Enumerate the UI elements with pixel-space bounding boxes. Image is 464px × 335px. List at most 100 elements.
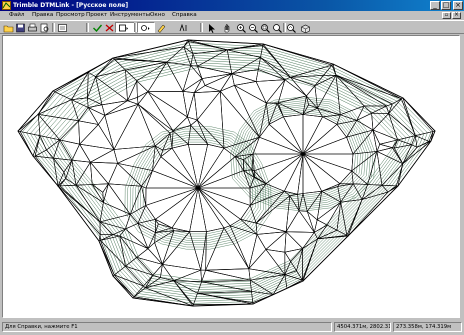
tin-triangle — [59, 120, 80, 145]
tin-triangle — [160, 147, 199, 189]
tin-triangle — [335, 75, 403, 105]
menu-file[interactable]: Файл — [9, 12, 24, 19]
draw-line-icon[interactable] — [140, 23, 151, 33]
select-box-icon[interactable] — [118, 23, 129, 33]
tin-triangle — [171, 187, 199, 233]
tin-triangle — [284, 274, 304, 289]
zoom-extents-icon[interactable] — [272, 23, 283, 33]
tin-triangle — [196, 90, 225, 149]
edit-icon[interactable] — [156, 23, 167, 33]
tin-triangle — [59, 139, 80, 161]
title-bar[interactable]: Trimble DTMLink - [Русское поле] _ □ × — [0, 0, 464, 11]
tin-triangle — [116, 145, 156, 171]
toolbar — [0, 20, 464, 34]
tin-triangle — [265, 153, 304, 192]
toolbar-separator — [134, 23, 137, 32]
toolbar-separator — [86, 23, 89, 32]
dtm-view-canvas[interactable] — [2, 35, 460, 318]
doc-control-icon[interactable] — [1, 12, 8, 19]
tin-triangle — [322, 64, 337, 76]
pointer-icon[interactable] — [206, 23, 217, 33]
minimize-icon[interactable]: _ — [430, 1, 440, 10]
contour-line — [61, 67, 396, 281]
tin-triangle — [265, 231, 287, 253]
zoom-window-icon[interactable] — [260, 23, 271, 33]
tin-triangle — [265, 79, 286, 104]
menu-view[interactable]: Просмотр — [56, 12, 85, 19]
menu-project[interactable]: Проект — [86, 12, 107, 19]
window-title: Trimble DTMLink - [Русское поле] — [13, 2, 129, 9]
status-dimensions: 273.358м, 174.319м — [393, 322, 462, 332]
tin-triangle — [256, 231, 287, 250]
app-window: Trimble DTMLink - [Русское поле] _ □ × Ф… — [0, 0, 464, 335]
preview-icon[interactable] — [39, 23, 50, 33]
print-icon[interactable] — [27, 23, 38, 33]
tin-triangle — [284, 76, 307, 97]
cross-icon[interactable] — [104, 23, 115, 33]
tin-triangle — [197, 143, 225, 189]
tin-triangle — [367, 151, 383, 186]
menu-window[interactable]: Окно — [150, 12, 165, 19]
tin-triangle — [87, 106, 106, 126]
app-icon — [2, 1, 11, 10]
tin-triangle — [182, 64, 203, 92]
tin-triangle — [255, 222, 287, 235]
tin-triangle — [302, 116, 338, 155]
check-icon[interactable] — [92, 23, 103, 33]
tin-triangle — [302, 153, 341, 192]
status-bar: Для Справки, нажмите F1 4504.371м, 2802.… — [0, 320, 464, 334]
tin-triangle — [233, 81, 267, 104]
tin-triangle — [284, 231, 304, 253]
tin-triangle — [79, 124, 115, 150]
tin-triangle — [54, 72, 89, 101]
tin-triangle — [145, 187, 199, 220]
tin-triangle — [351, 170, 369, 185]
settings-icon[interactable] — [178, 23, 189, 33]
maximize-icon[interactable]: □ — [441, 1, 451, 10]
tin-triangle — [37, 113, 80, 141]
tin-triangle — [145, 170, 199, 189]
tin-triangle — [107, 162, 143, 187]
doc-close-icon[interactable]: × — [452, 12, 461, 19]
view-3d-icon[interactable] — [300, 23, 311, 33]
tin-triangle — [147, 232, 156, 249]
status-coordinates: 4504.371м, 2802.312м — [334, 322, 391, 332]
tin-triangle — [283, 153, 304, 195]
menu-edit[interactable]: Правка — [32, 12, 53, 19]
tin-triangle — [302, 123, 348, 155]
zoom-in-icon[interactable] — [236, 23, 247, 33]
zoom-out-icon[interactable] — [248, 23, 259, 33]
tin-triangle — [189, 231, 207, 271]
toolbar-separator — [283, 23, 286, 32]
tin-triangle — [99, 235, 126, 268]
tin-triangle — [99, 221, 127, 236]
tin-triangle — [78, 120, 99, 145]
tin-triangle — [145, 187, 199, 206]
tin-triangle — [204, 73, 233, 92]
menu-bar: Файл Правка Просмотр Проект Инструменты … — [0, 11, 464, 20]
save-icon[interactable] — [15, 23, 26, 33]
menu-tools[interactable]: Инструменты — [110, 12, 150, 19]
tin-triangle — [52, 157, 73, 173]
menu-help[interactable]: Справка — [172, 12, 197, 19]
pan-icon[interactable] — [222, 23, 233, 33]
tin-triangle — [197, 187, 251, 220]
tin-triangle — [388, 112, 416, 141]
tin-triangle — [137, 103, 174, 134]
contour-line — [26, 44, 428, 302]
tin-triangle — [124, 213, 139, 230]
tin-triangle — [103, 183, 132, 215]
zoom-previous-icon[interactable] — [286, 23, 297, 33]
tin-triangle — [147, 91, 188, 132]
properties-icon[interactable] — [57, 23, 68, 33]
tin-triangle — [113, 145, 156, 164]
tin-triangle — [89, 149, 118, 164]
close-icon[interactable]: × — [453, 1, 463, 10]
tin-triangle — [193, 77, 206, 93]
tin-triangles — [17, 39, 436, 307]
tin-triangle — [152, 156, 199, 189]
tin-triangle — [87, 75, 103, 106]
tin-triangle — [396, 135, 416, 146]
open-icon[interactable] — [3, 23, 14, 33]
doc-restore-icon[interactable]: ▫ — [442, 12, 451, 19]
